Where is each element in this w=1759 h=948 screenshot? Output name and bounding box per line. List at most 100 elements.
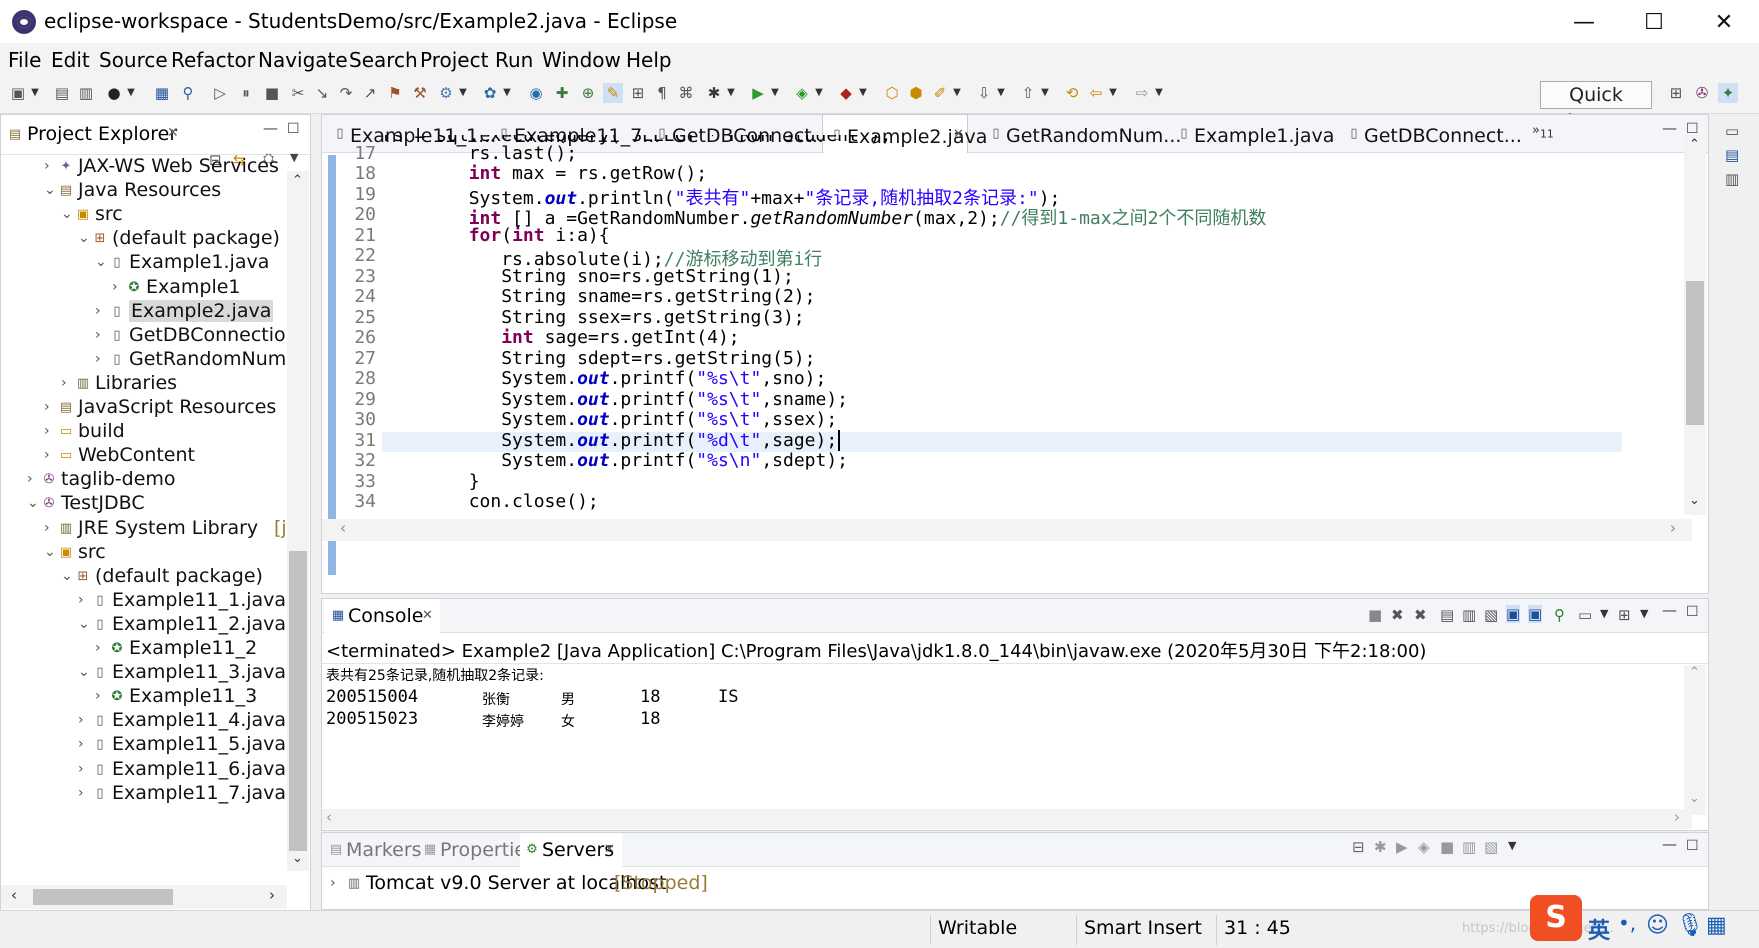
- collapse-arrow-icon[interactable]: ⌄: [44, 182, 56, 198]
- mark-occurrences-icon[interactable]: ✎: [603, 83, 623, 103]
- tab-getrandomnum[interactable]: ▯ GetRandomNum...: [982, 115, 1181, 153]
- remove-all-icon[interactable]: ✖: [1414, 606, 1427, 624]
- expand-arrow-icon[interactable]: ›: [95, 688, 101, 704]
- scroll-up-icon[interactable]: ⌃: [1689, 665, 1700, 680]
- menu-help[interactable]: Help: [626, 48, 672, 72]
- maximize-console-icon[interactable]: ☐: [1686, 604, 1699, 620]
- close-explorer-icon[interactable]: ✕: [167, 125, 179, 141]
- collapse-all-icon[interactable]: ⊟: [1352, 838, 1365, 856]
- ime-voice-icon[interactable]: 🎙: [1676, 913, 1704, 938]
- tab-markers[interactable]: ▤ Markers: [324, 833, 422, 867]
- java-ee-perspective-icon[interactable]: ✇: [1692, 83, 1712, 103]
- tab-console[interactable]: ▦ Console ✕: [324, 599, 440, 633]
- open-console-dropdown-icon[interactable]: ▼: [1640, 607, 1648, 620]
- resume-icon[interactable]: ▷: [210, 83, 230, 103]
- minimize-view-icon[interactable]: —: [263, 119, 278, 137]
- tree-item[interactable]: › ▯ GetRandomNumbe: [1, 348, 287, 372]
- open-task-icon[interactable]: ⬢: [906, 83, 926, 103]
- prev-annotation-dropdown-icon[interactable]: ▼: [1040, 83, 1050, 103]
- server-row[interactable]: › ▥ Tomcat v9.0 Server at localhost [Sto…: [322, 871, 1708, 897]
- tree-item[interactable]: › ▯ Example11_4.java: [1, 709, 287, 733]
- step-return-icon[interactable]: ↗: [360, 83, 380, 103]
- forward-icon[interactable]: ⇨: [1132, 83, 1152, 103]
- external-tools-dropdown-icon[interactable]: ▼: [858, 83, 868, 103]
- debug-server-icon[interactable]: ✱: [1374, 838, 1387, 856]
- servers-view-menu-icon[interactable]: ▼: [1508, 839, 1516, 852]
- expand-arrow-icon[interactable]: ›: [95, 327, 101, 343]
- maximize-servers-icon[interactable]: ☐: [1686, 838, 1699, 854]
- next-annotation-dropdown-icon[interactable]: ▼: [996, 83, 1006, 103]
- forward-dropdown-icon[interactable]: ▼: [1154, 83, 1164, 103]
- expand-arrow-icon[interactable]: ›: [44, 423, 50, 439]
- tab-getdbconnect-1[interactable]: ▯ GetDBConnect...: [648, 115, 829, 153]
- expand-arrow-icon[interactable]: ›: [95, 640, 101, 656]
- next-annotation-icon[interactable]: ⇩: [974, 83, 994, 103]
- debug-skip-icon[interactable]: ●: [104, 83, 124, 103]
- new-icon[interactable]: ▣: [8, 83, 28, 103]
- run-icon[interactable]: ▶: [748, 83, 768, 103]
- profile-server-icon[interactable]: ◈: [1418, 838, 1430, 856]
- prev-annotation-icon[interactable]: ⇧: [1018, 83, 1038, 103]
- tab-getdbconnect-2[interactable]: ▯ GetDBConnect...: [1340, 115, 1521, 153]
- restore-icon[interactable]: ▭: [1725, 122, 1739, 140]
- minimize-button[interactable]: —: [1549, 0, 1619, 44]
- java-perspective-icon[interactable]: ✦: [1718, 83, 1738, 103]
- close-console-icon[interactable]: ✕: [422, 608, 433, 623]
- close-tab-icon[interactable]: ✕: [953, 127, 964, 142]
- menu-file[interactable]: File: [8, 48, 41, 72]
- scroll-left-icon[interactable]: ‹: [340, 519, 346, 537]
- show-on-error-icon[interactable]: ▣: [1528, 605, 1543, 623]
- minimize-console-icon[interactable]: —: [1662, 601, 1677, 619]
- tree-item[interactable]: › ▯ Example11_6.java: [1, 758, 287, 782]
- stop-server-icon[interactable]: ■: [1440, 838, 1454, 856]
- expand-arrow-icon[interactable]: ›: [44, 520, 50, 536]
- coverage-icon[interactable]: ◈: [792, 83, 812, 103]
- save-all-icon[interactable]: ▥: [76, 83, 96, 103]
- quick-access-field[interactable]: Quick Access: [1540, 81, 1652, 132]
- close-button[interactable]: ✕: [1689, 0, 1759, 44]
- menu-navigate[interactable]: Navigate: [258, 48, 348, 72]
- new-java-project-icon[interactable]: ✚: [552, 83, 572, 103]
- editor-vscrollbar[interactable]: ⌃ ⌄: [1684, 135, 1706, 515]
- expand-arrow-icon[interactable]: ›: [44, 399, 50, 415]
- tree-item[interactable]: › ▥ JRE System Library [jdk1.8: [1, 517, 287, 541]
- clean-server-icon[interactable]: ▧: [1484, 838, 1498, 856]
- tree-item[interactable]: › ✪ Example1: [1, 276, 287, 300]
- debug-icon[interactable]: ✱: [704, 83, 724, 103]
- tree-item[interactable]: ⌄ ▣ src: [1, 541, 287, 565]
- tree-item[interactable]: ⌄ ▯ Example11_3.java: [1, 661, 287, 685]
- tree-item[interactable]: › ▯ Example11_5.java: [1, 733, 287, 757]
- skip-dropdown-icon[interactable]: ▼: [126, 83, 136, 103]
- ime-emoji-icon[interactable]: ☺: [1646, 913, 1669, 938]
- editor-hscrollbar[interactable]: ‹ ›: [322, 519, 1692, 541]
- collapse-arrow-icon[interactable]: ⌄: [27, 495, 39, 511]
- expand-arrow-icon[interactable]: ›: [61, 375, 67, 391]
- menu-source[interactable]: Source: [99, 48, 168, 72]
- display-console-icon[interactable]: ▭: [1578, 606, 1592, 624]
- expand-arrow-icon[interactable]: ›: [95, 351, 101, 367]
- menu-search[interactable]: Search: [349, 48, 418, 72]
- explorer-vscrollbar[interactable]: ⌃ ⌄: [287, 171, 309, 871]
- publish-icon[interactable]: ⚒: [410, 83, 430, 103]
- tree-item[interactable]: › ▭ build: [1, 420, 287, 444]
- open-perspective-icon[interactable]: ⊞: [1666, 83, 1686, 103]
- scroll-lock-icon[interactable]: ▥: [1462, 606, 1476, 624]
- terminate-icon[interactable]: ■: [262, 83, 282, 103]
- scroll-up-icon[interactable]: ⌃: [1689, 137, 1700, 152]
- expand-arrow-icon[interactable]: ›: [27, 471, 33, 487]
- disconnect-icon[interactable]: ✂: [288, 83, 308, 103]
- display-console-dropdown-icon[interactable]: ▼: [1600, 607, 1608, 620]
- new-server-dropdown-icon[interactable]: ▼: [458, 83, 468, 103]
- show-whitespace-icon[interactable]: ¶: [652, 83, 672, 103]
- tree-item[interactable]: ⌄ ▯ Example1.java: [1, 251, 287, 275]
- console-hscrollbar[interactable]: ‹ ›: [322, 808, 1692, 829]
- globe-icon[interactable]: ◉: [526, 83, 546, 103]
- scroll-down-icon[interactable]: ⌄: [1689, 493, 1700, 508]
- publish-server-icon[interactable]: ▥: [1462, 838, 1476, 856]
- word-wrap-icon[interactable]: ▧: [1484, 606, 1498, 624]
- scroll-left-icon[interactable]: ‹: [326, 808, 332, 826]
- new-web-dropdown-icon[interactable]: ▼: [502, 83, 512, 103]
- tree-item[interactable]: ⌄ ⊞ (default package): [1, 227, 287, 251]
- menu-edit[interactable]: Edit: [51, 48, 90, 72]
- open-type-icon[interactable]: ⬡: [882, 83, 902, 103]
